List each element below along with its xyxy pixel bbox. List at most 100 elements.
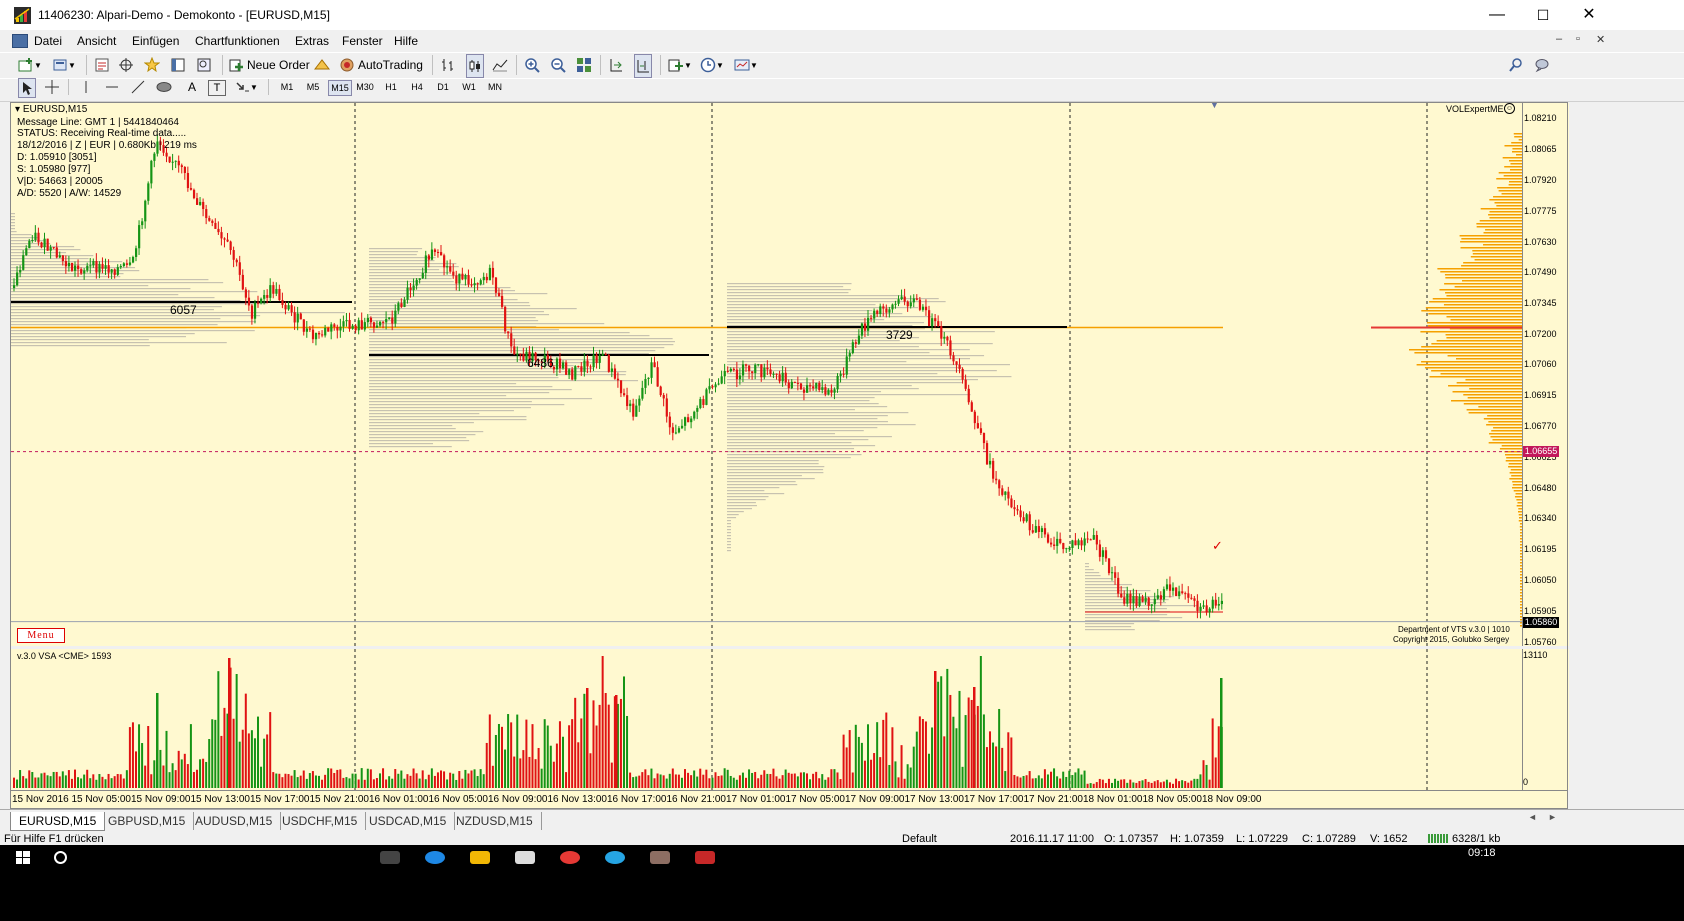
expert-advisors-button[interactable] [314, 54, 330, 76]
chat-button[interactable] [1534, 54, 1550, 76]
timeframe-m1-button[interactable]: M1 [276, 80, 298, 94]
candle-body [708, 386, 711, 390]
volume-bar [1147, 781, 1150, 788]
terminal-button[interactable] [170, 54, 186, 76]
taskbar-clock[interactable]: 09:18 [1468, 847, 1496, 859]
orange-profile-bar [1460, 247, 1522, 249]
auto-trading-button[interactable]: AutoTrading [339, 54, 423, 76]
timeframe-w1-button[interactable]: W1 [458, 80, 480, 94]
market-watch-button[interactable] [94, 54, 110, 76]
tab-usdchf[interactable]: USDCHF,M15 [274, 812, 367, 830]
taskbar-metatrader-icon[interactable] [650, 851, 670, 864]
timeframe-m15-button[interactable]: M15 [328, 80, 352, 96]
volume-subwindow[interactable] [11, 649, 1522, 790]
windows-start-icon[interactable] [16, 851, 30, 864]
timeframe-d1-button[interactable]: D1 [432, 80, 454, 94]
tab-nzdusd[interactable]: NZDUSD,M15 [448, 812, 542, 830]
menu-einfuegen[interactable]: Einfügen [132, 34, 179, 48]
tab-eurusd[interactable]: EURUSD,M15 [10, 812, 106, 831]
menu-datei[interactable]: Datei [34, 34, 62, 48]
crosshair-button[interactable] [44, 78, 60, 96]
orange-profile-bar [1467, 397, 1522, 399]
child-minimize-icon[interactable]: – [1556, 33, 1562, 45]
strategy-tester-button[interactable] [196, 54, 212, 76]
new-chart-button[interactable]: ▼ [18, 54, 42, 76]
menu-fenster[interactable]: Fenster [342, 34, 383, 48]
menu-extras[interactable]: Extras [295, 34, 329, 48]
volume-bar [885, 712, 888, 788]
timeframe-h4-button[interactable]: H4 [406, 80, 428, 94]
menu-chartfunktionen[interactable]: Chartfunktionen [195, 34, 280, 48]
search-circle-icon[interactable] [54, 851, 67, 864]
candle-body [19, 269, 22, 273]
indicators-button[interactable]: ▼ [668, 54, 692, 76]
candle-body [641, 387, 644, 399]
orange-profile-bar [1505, 454, 1522, 456]
navigator-button[interactable] [144, 54, 160, 76]
minimize-button[interactable]: — [1474, 0, 1520, 30]
child-close-icon[interactable]: ✕ [1596, 33, 1605, 46]
menu-ansicht[interactable]: Ansicht [77, 34, 116, 48]
candle-body [629, 403, 632, 407]
taskbar-app-6-icon[interactable] [605, 851, 625, 864]
indicator-menu-button[interactable]: Menu [17, 628, 65, 643]
taskbar-app-8-icon[interactable] [695, 851, 715, 864]
tab-scroll-right-icon[interactable]: ► [1548, 812, 1557, 822]
status-profile[interactable]: Default [902, 833, 937, 845]
taskbar-edge-icon[interactable] [425, 851, 445, 864]
trendline-button[interactable] [130, 78, 146, 96]
maximize-button[interactable]: ☐ [1520, 0, 1566, 30]
timeframe-m5-button[interactable]: M5 [302, 80, 324, 94]
candlestick-button[interactable] [466, 54, 484, 78]
tab-usdcad[interactable]: USDCAD,M15 [361, 812, 456, 830]
orange-profile-bar [1510, 163, 1522, 165]
horizontal-line-button[interactable] [104, 78, 120, 96]
vertical-line-button[interactable] [78, 78, 94, 96]
orange-profile-bar [1508, 463, 1522, 465]
timeframe-mn-button[interactable]: MN [484, 80, 506, 94]
tab-audusd[interactable]: AUDUSD,M15 [187, 812, 282, 830]
bar-chart-button[interactable] [440, 54, 456, 76]
new-order-button[interactable]: Neue Order [228, 54, 310, 76]
label-tool-button[interactable]: T [208, 80, 226, 96]
taskbar-app-1-icon[interactable] [380, 851, 400, 864]
candle-body [711, 386, 714, 388]
timeframe-m30-button[interactable]: M30 [354, 80, 376, 94]
periods-button[interactable]: ▼ [700, 54, 724, 76]
price-chart[interactable] [11, 103, 1522, 646]
timeframe-h1-button[interactable]: H1 [380, 80, 402, 94]
time-axis[interactable]: 15 Nov 2016 15 Nov 05:00 15 Nov 09:00 15 No… [11, 790, 1568, 809]
candle-body [754, 364, 757, 374]
price-axis[interactable]: 1.08210 1.08065 1.07920 1.07775 1.07630 1.074… [1522, 103, 1569, 647]
menu-hilfe[interactable]: Hilfe [394, 34, 418, 48]
chart-shift-button[interactable] [634, 54, 652, 78]
close-button[interactable]: ✕ [1566, 0, 1612, 30]
child-restore-icon[interactable]: ▫ [1576, 33, 1580, 45]
profiles-button[interactable]: ▼ [52, 54, 76, 76]
taskbar-app-5-icon[interactable] [560, 851, 580, 864]
taskbar-store-icon[interactable] [515, 851, 535, 864]
templates-button[interactable]: ▼ [734, 54, 758, 76]
volume-bar [815, 771, 818, 788]
cursor-button[interactable] [18, 78, 36, 98]
taskbar-explorer-icon[interactable] [470, 851, 490, 864]
tab-gbpusd[interactable]: GBPUSD,M15 [100, 812, 195, 830]
zoom-in-button[interactable] [524, 54, 540, 76]
auto-scroll-button[interactable] [608, 54, 624, 76]
zoom-out-button[interactable] [550, 54, 566, 76]
line-chart-button[interactable] [492, 54, 508, 76]
data-window-button[interactable] [118, 54, 134, 76]
volume-bar [995, 746, 998, 788]
volume-bar [720, 775, 723, 788]
orange-profile-bar [1489, 211, 1522, 213]
arrows-button[interactable]: ▼ [234, 78, 258, 96]
daily-line: D: 1.05910 [3051] [17, 152, 97, 163]
tile-windows-button[interactable] [576, 54, 592, 76]
tab-scroll-left-icon[interactable]: ◄ [1528, 812, 1537, 822]
volume-profile-bar [727, 286, 844, 288]
ellipse-button[interactable] [156, 78, 172, 96]
search-button[interactable] [1508, 54, 1524, 76]
volume-axis[interactable]: 13110 0 [1522, 649, 1569, 790]
chart-window-icon[interactable] [12, 34, 28, 48]
text-tool-button[interactable]: A [184, 78, 200, 96]
